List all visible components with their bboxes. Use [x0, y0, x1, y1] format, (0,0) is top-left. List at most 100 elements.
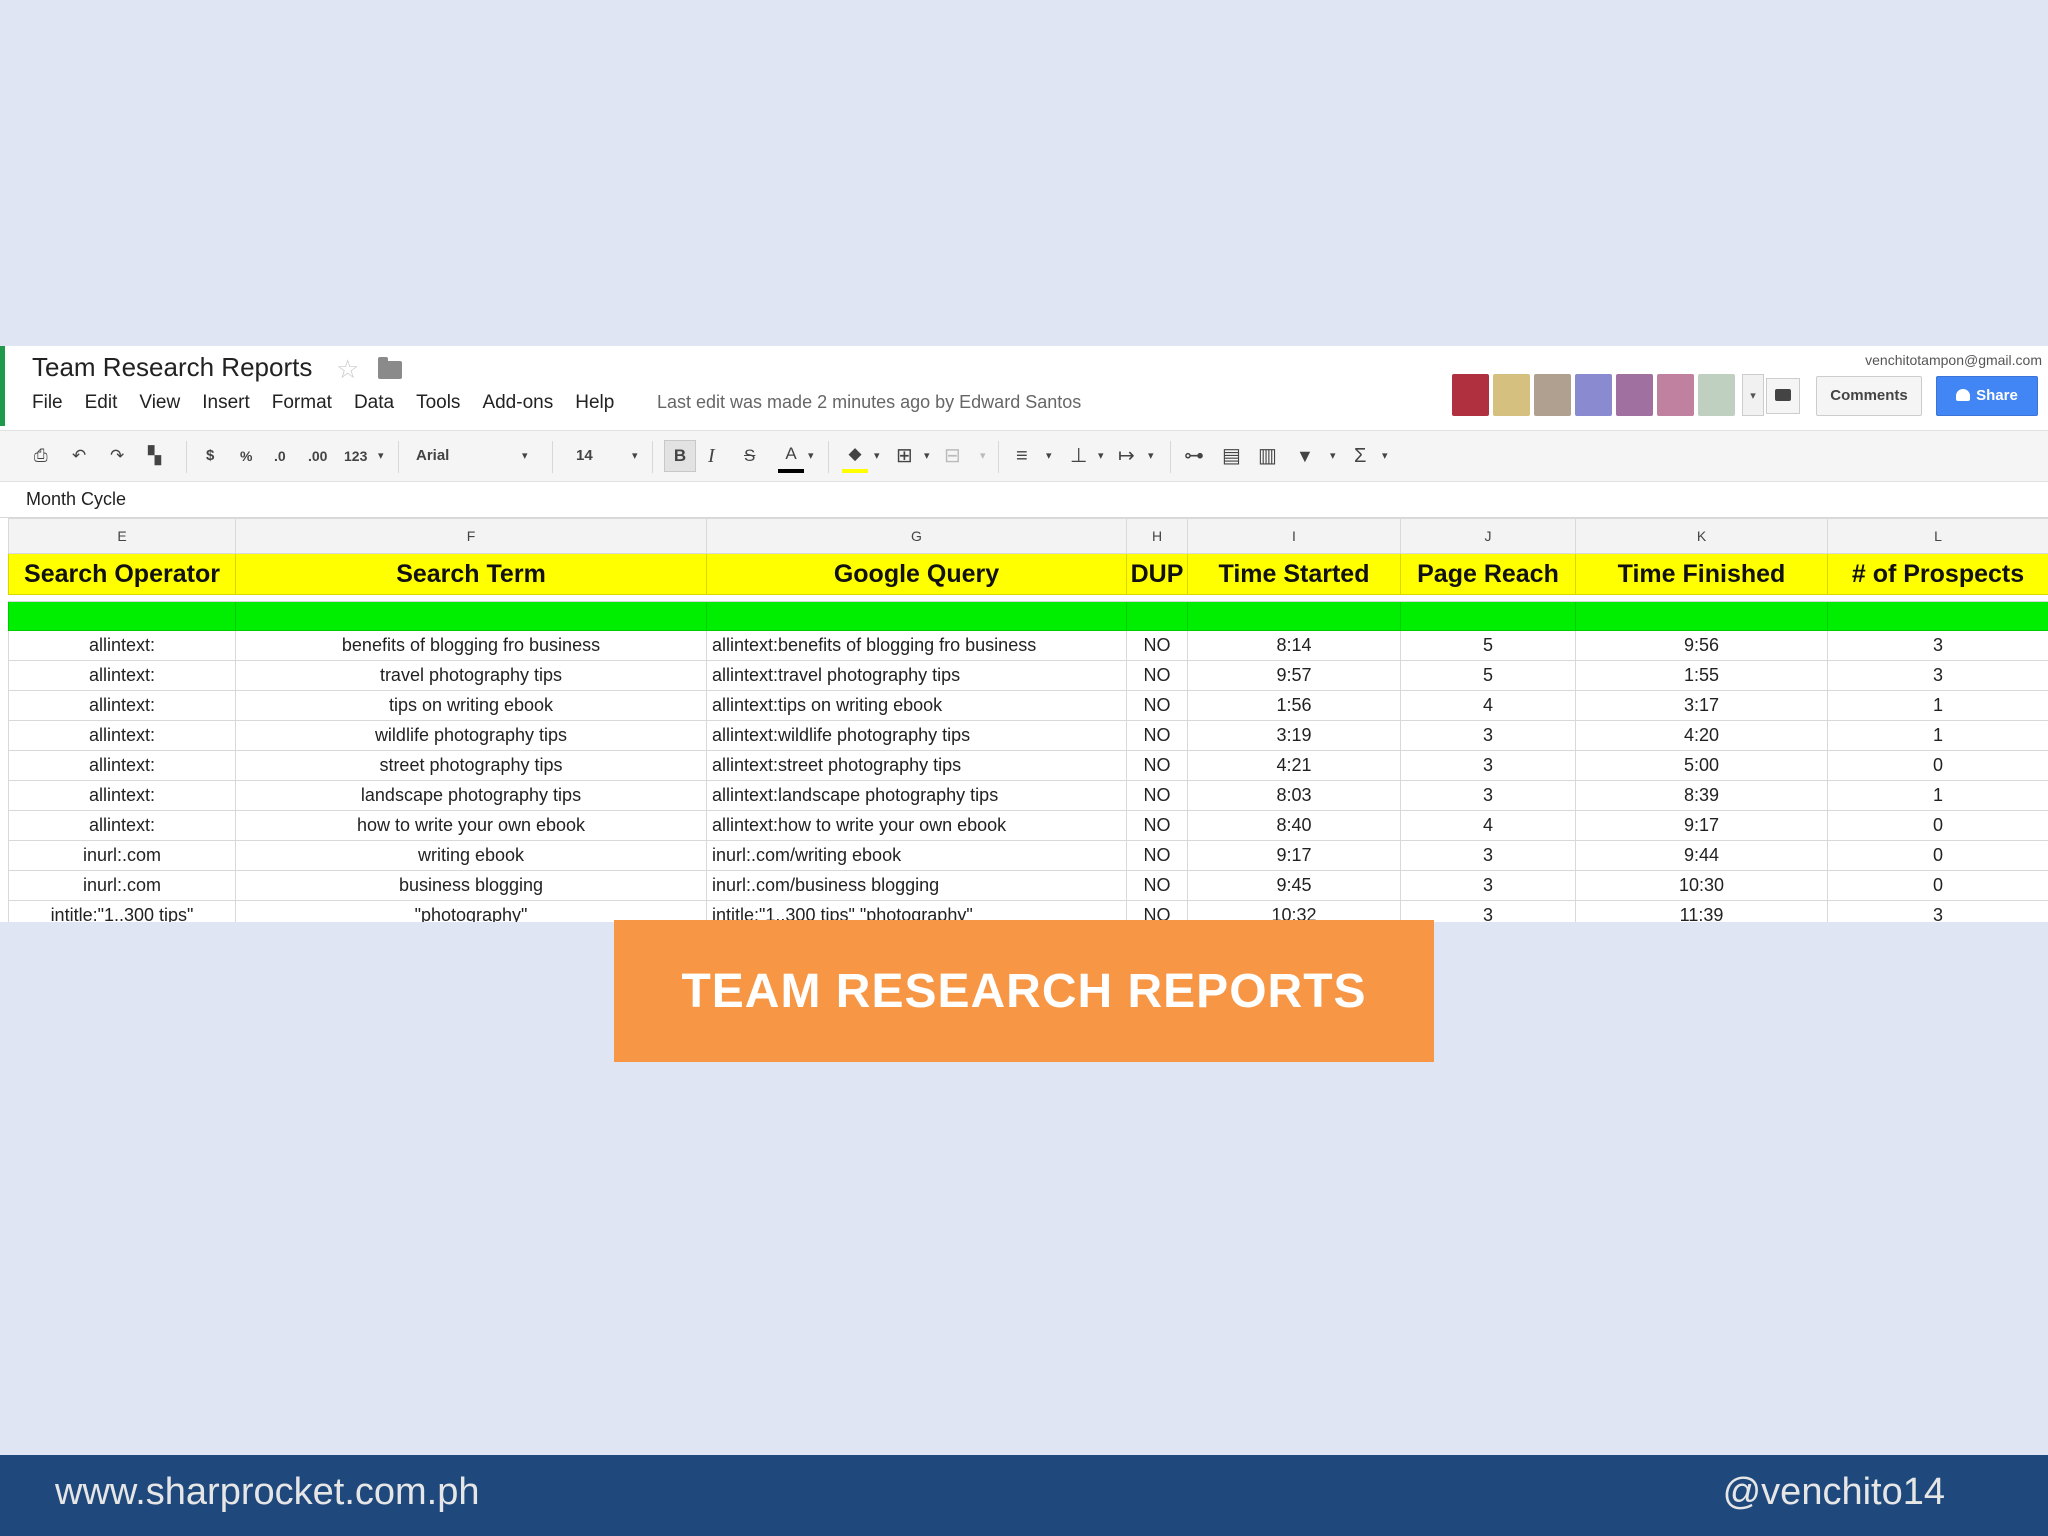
table-cell[interactable]: 4 — [1400, 690, 1576, 721]
table-cell[interactable]: NO — [1126, 810, 1188, 841]
table-cell[interactable]: inurl:.com — [8, 870, 236, 901]
table-cell[interactable]: 0 — [1827, 840, 2048, 871]
print-icon[interactable]: ⎙ — [34, 443, 48, 469]
table-cell[interactable]: 5 — [1400, 660, 1576, 691]
merge-cells-icon[interactable]: ⊟ — [944, 443, 961, 469]
table-cell[interactable]: 8:03 — [1187, 780, 1401, 811]
chevron-down-icon[interactable]: ▾ — [1382, 443, 1388, 469]
chat-button[interactable] — [1766, 378, 1800, 414]
folder-icon[interactable] — [378, 357, 402, 379]
cell[interactable] — [1827, 601, 2048, 631]
table-cell[interactable]: writing ebook — [235, 840, 707, 871]
column-header[interactable]: I — [1187, 518, 1401, 554]
menu-addons[interactable]: Add-ons — [482, 392, 553, 414]
table-cell[interactable]: 9:17 — [1187, 840, 1401, 871]
last-edit-status[interactable]: Last edit was made 2 minutes ago by Edwa… — [657, 392, 1081, 413]
table-cell[interactable]: 3 — [1827, 900, 2048, 922]
table-cell[interactable]: 1 — [1827, 720, 2048, 751]
table-cell[interactable]: 3:19 — [1187, 720, 1401, 751]
header-cell[interactable]: Search Term — [235, 553, 707, 595]
table-cell[interactable]: 8:14 — [1187, 630, 1401, 661]
table-cell[interactable]: inurl:.com/writing ebook — [706, 840, 1127, 871]
menu-view[interactable]: View — [139, 392, 180, 414]
table-cell[interactable]: tips on writing ebook — [235, 690, 707, 721]
table-cell[interactable]: 0 — [1827, 810, 2048, 841]
table-cell[interactable]: 3 — [1827, 630, 2048, 661]
table-cell[interactable]: 1 — [1827, 780, 2048, 811]
header-cell[interactable]: # of Prospects — [1827, 553, 2048, 595]
table-cell[interactable]: benefits of blogging fro business — [235, 630, 707, 661]
table-cell[interactable]: 0 — [1827, 750, 2048, 781]
more-collaborators-dropdown[interactable]: ▾ — [1742, 374, 1764, 416]
horizontal-align-icon[interactable]: ≡ — [1016, 443, 1028, 469]
chevron-down-icon[interactable]: ▾ — [378, 443, 384, 469]
header-cell[interactable]: Time Started — [1187, 553, 1401, 595]
chevron-down-icon[interactable]: ▾ — [522, 443, 528, 469]
table-cell[interactable]: 3 — [1827, 660, 2048, 691]
link-icon[interactable]: ⊶ — [1184, 443, 1204, 469]
borders-icon[interactable]: ⊞ — [896, 443, 913, 469]
table-cell[interactable]: 9:44 — [1575, 840, 1828, 871]
table-cell[interactable]: 3 — [1400, 900, 1576, 922]
column-header[interactable]: H — [1126, 518, 1188, 554]
cell[interactable] — [1575, 601, 1828, 631]
table-cell[interactable]: 11:39 — [1575, 900, 1828, 922]
cell[interactable] — [1400, 601, 1576, 631]
filter-icon[interactable]: ▼ — [1296, 443, 1314, 469]
column-header[interactable]: F — [235, 518, 707, 554]
table-cell[interactable]: 9:45 — [1187, 870, 1401, 901]
strikethrough-button[interactable]: S — [744, 443, 755, 469]
table-cell[interactable]: travel photography tips — [235, 660, 707, 691]
table-cell[interactable]: NO — [1126, 690, 1188, 721]
chevron-down-icon[interactable]: ▾ — [980, 443, 986, 469]
table-cell[interactable]: NO — [1126, 750, 1188, 781]
column-header[interactable]: K — [1575, 518, 1828, 554]
formula-bar[interactable]: Month Cycle — [0, 482, 2048, 518]
table-cell[interactable]: 3 — [1400, 780, 1576, 811]
table-cell[interactable]: NO — [1126, 780, 1188, 811]
table-cell[interactable]: NO — [1126, 660, 1188, 691]
chevron-down-icon[interactable]: ▾ — [632, 443, 638, 469]
cell[interactable] — [1187, 601, 1401, 631]
star-icon[interactable]: ☆ — [336, 354, 359, 385]
column-header[interactable]: G — [706, 518, 1127, 554]
chevron-down-icon[interactable]: ▾ — [1046, 443, 1052, 469]
cell[interactable] — [1126, 601, 1188, 631]
table-cell[interactable]: business blogging — [235, 870, 707, 901]
chevron-down-icon[interactable]: ▾ — [1330, 443, 1336, 469]
chevron-down-icon[interactable]: ▾ — [1148, 443, 1154, 469]
header-cell[interactable]: Google Query — [706, 553, 1127, 595]
table-cell[interactable]: 0 — [1827, 870, 2048, 901]
table-cell[interactable]: allintext:how to write your own ebook — [706, 810, 1127, 841]
cell[interactable] — [235, 601, 707, 631]
table-cell[interactable]: NO — [1126, 720, 1188, 751]
menu-data[interactable]: Data — [354, 392, 394, 414]
bold-button[interactable]: B — [664, 440, 696, 472]
table-cell[interactable]: allintext: — [8, 810, 236, 841]
table-cell[interactable]: 8:40 — [1187, 810, 1401, 841]
table-cell[interactable]: inurl:.com/business blogging — [706, 870, 1127, 901]
table-cell[interactable]: 5:00 — [1575, 750, 1828, 781]
avatar[interactable] — [1657, 374, 1694, 416]
chevron-down-icon[interactable]: ▾ — [874, 443, 880, 469]
table-cell[interactable]: 1:56 — [1187, 690, 1401, 721]
table-cell[interactable]: allintext:benefits of blogging fro busin… — [706, 630, 1127, 661]
italic-button[interactable]: I — [708, 443, 715, 469]
table-cell[interactable]: intitle:"1..300 tips" — [8, 900, 236, 922]
table-cell[interactable]: street photography tips — [235, 750, 707, 781]
paint-format-icon[interactable]: ▚ — [148, 443, 161, 469]
cell[interactable] — [706, 601, 1127, 631]
column-header[interactable]: L — [1827, 518, 2048, 554]
avatar[interactable] — [1698, 374, 1735, 416]
table-cell[interactable]: 9:57 — [1187, 660, 1401, 691]
chart-icon[interactable]: ▥ — [1258, 443, 1277, 469]
comments-button[interactable]: Comments — [1816, 376, 1922, 416]
formula-bar-content[interactable]: Month Cycle — [26, 489, 126, 510]
account-email[interactable]: venchitotampon@gmail.com — [1865, 352, 2042, 368]
font-family-select[interactable]: Arial — [416, 443, 449, 469]
table-cell[interactable]: 8:39 — [1575, 780, 1828, 811]
table-cell[interactable]: allintext:travel photography tips — [706, 660, 1127, 691]
table-cell[interactable]: 9:17 — [1575, 810, 1828, 841]
table-cell[interactable]: "photography" — [235, 900, 707, 922]
menu-edit[interactable]: Edit — [85, 392, 118, 414]
